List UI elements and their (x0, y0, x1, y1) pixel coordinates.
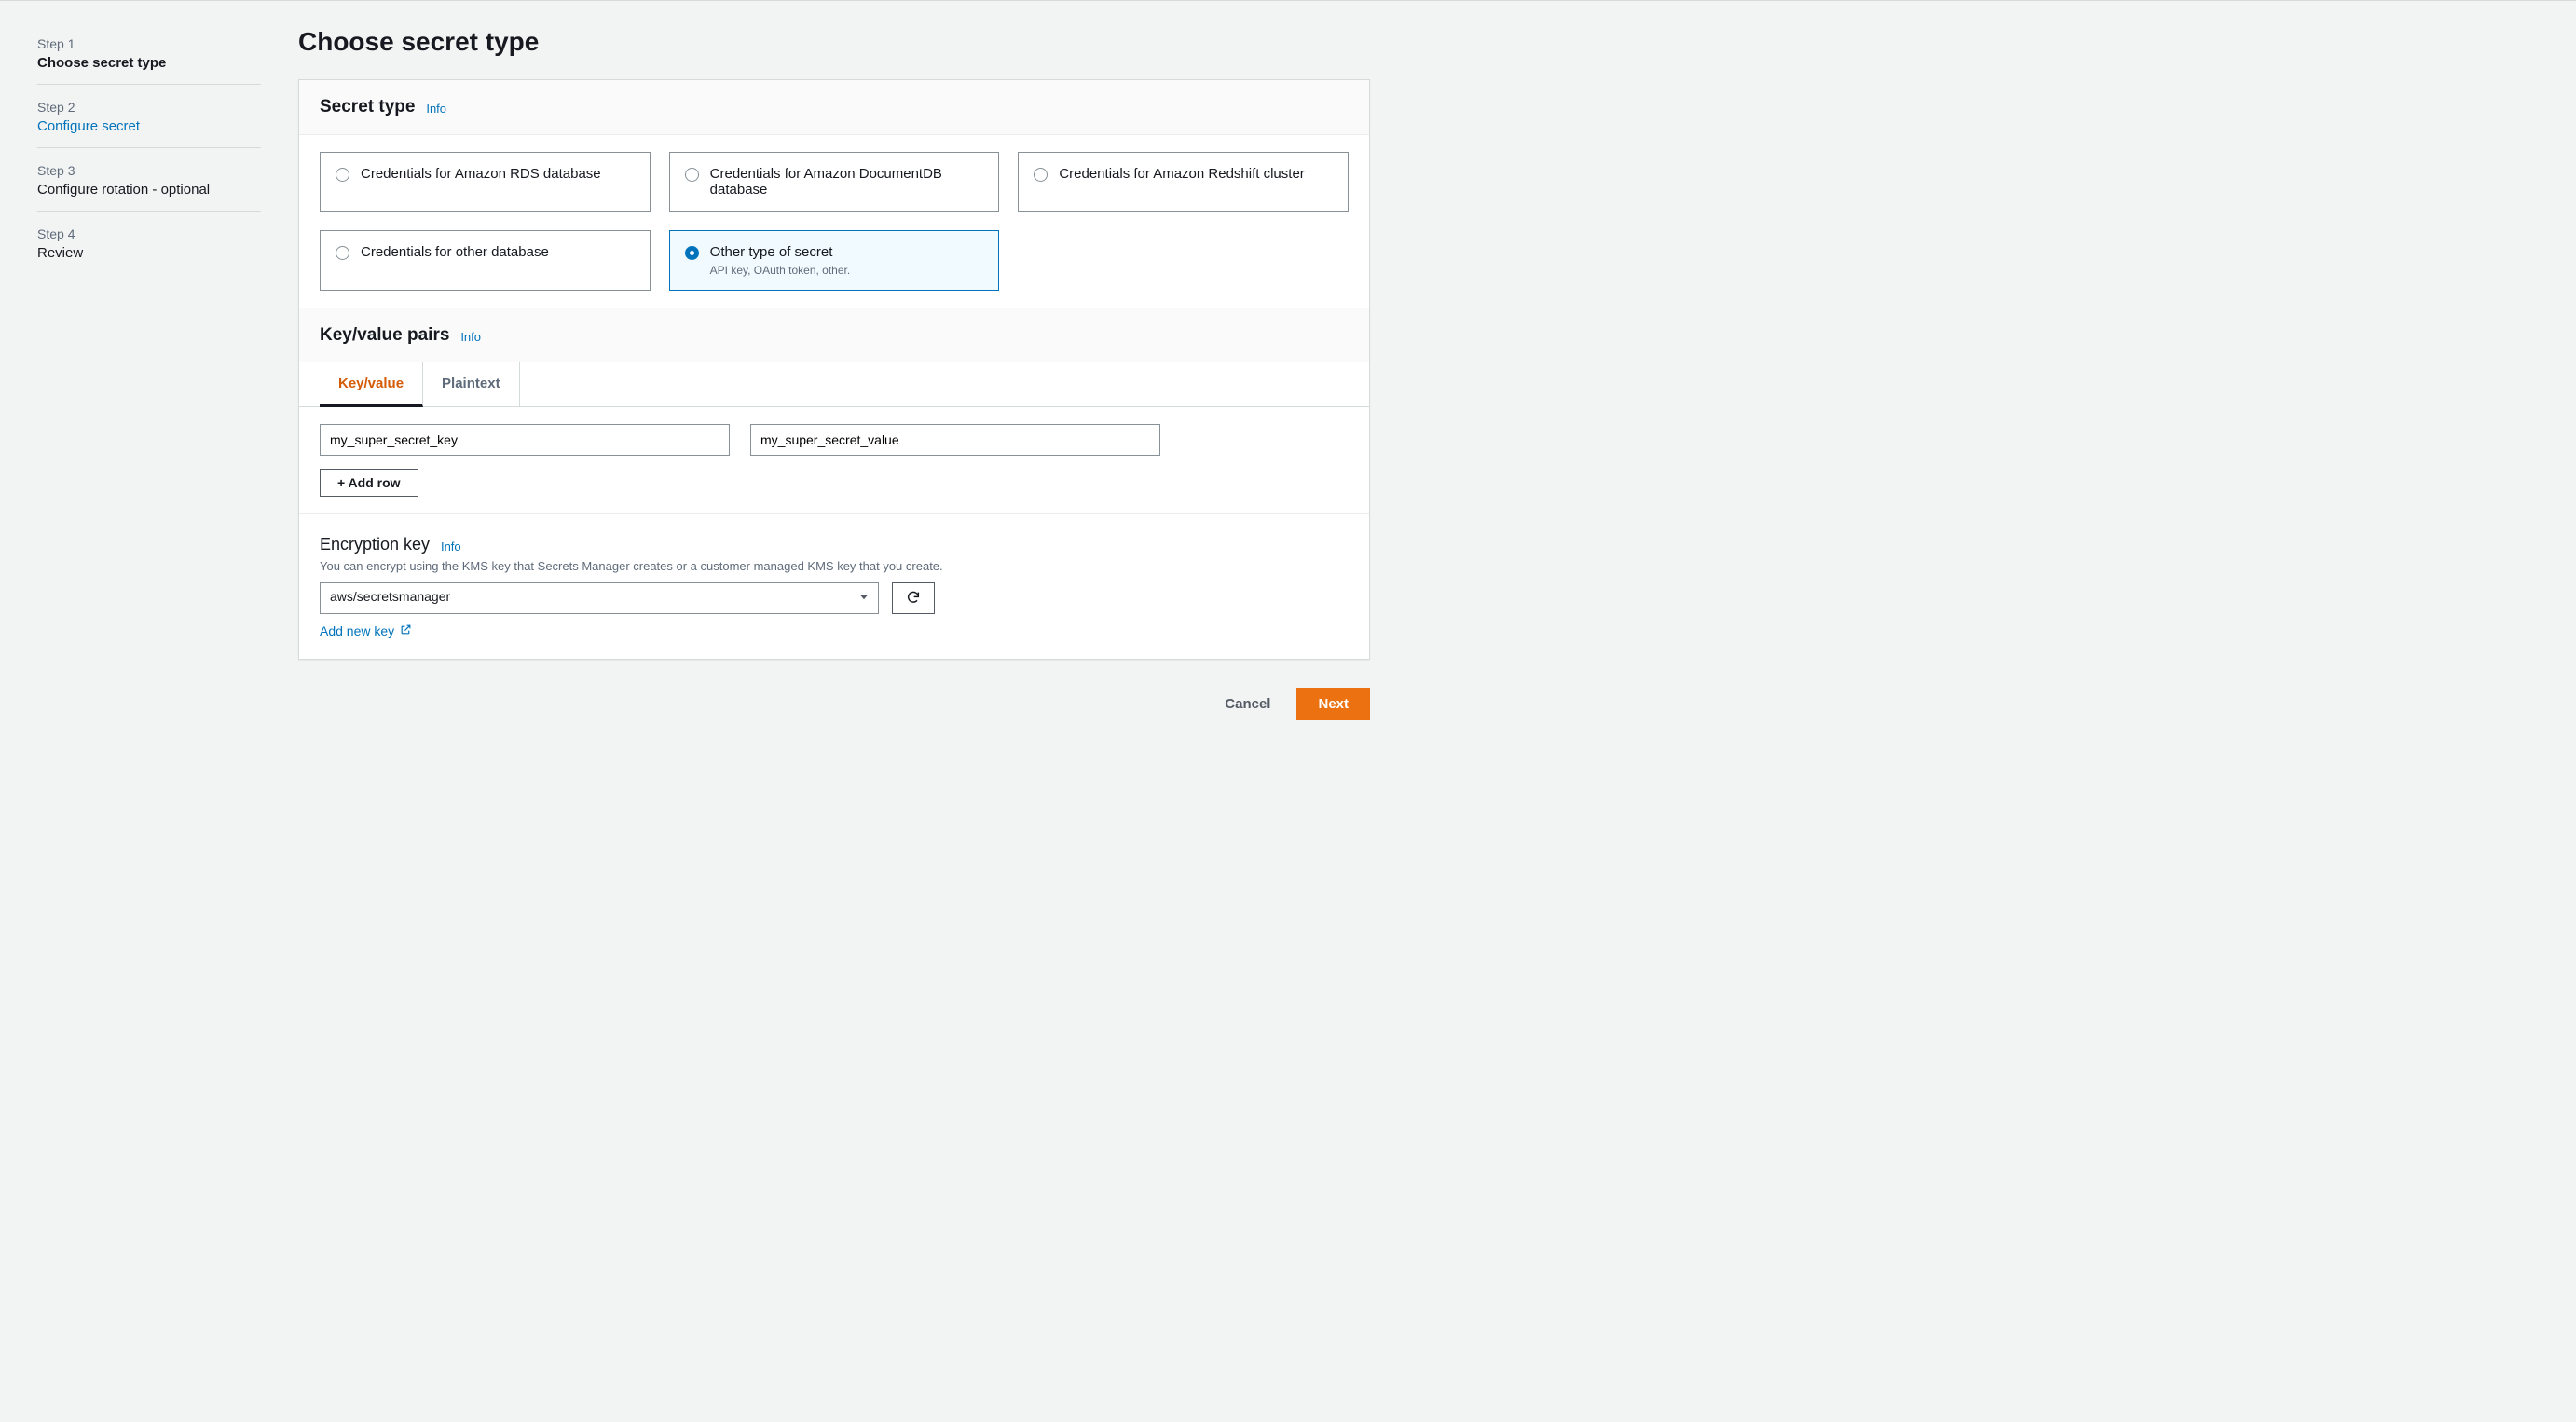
add-new-key-text: Add new key (320, 623, 394, 638)
step-name: Review (37, 245, 261, 261)
radio-input[interactable] (685, 168, 699, 182)
radio-input[interactable] (336, 168, 349, 182)
secret-type-info-link[interactable]: Info (426, 102, 446, 116)
add-row-button[interactable]: + Add row (320, 469, 418, 497)
option-label: Credentials for Amazon Redshift cluster (1059, 166, 1304, 182)
radio-input[interactable] (336, 246, 349, 260)
step-label: Step 2 (37, 100, 261, 115)
encryption-key-value[interactable]: aws/secretsmanager (320, 582, 879, 614)
encryption-select-row: aws/secretsmanager (320, 582, 1349, 614)
option-documentdb[interactable]: Credentials for Amazon DocumentDB databa… (669, 152, 1000, 212)
step-label: Step 4 (37, 226, 261, 241)
secret-panel: Secret type Info Credentials for Amazon … (298, 79, 1370, 660)
radio-input[interactable] (1034, 168, 1048, 182)
step-name[interactable]: Configure secret (37, 118, 261, 134)
step-name: Configure rotation - optional (37, 182, 261, 198)
kv-row (320, 424, 1349, 456)
next-button[interactable]: Next (1296, 688, 1370, 720)
option-label: Other type of secret (710, 244, 851, 260)
step-4[interactable]: Step 4 Review (37, 217, 261, 274)
cancel-button[interactable]: Cancel (1212, 688, 1283, 720)
option-sublabel: API key, OAuth token, other. (710, 264, 851, 277)
encryption-desc: You can encrypt using the KMS key that S… (320, 559, 1349, 573)
kv-key-input[interactable] (320, 424, 730, 456)
kv-info-link[interactable]: Info (460, 330, 481, 344)
secret-type-heading: Secret type (320, 97, 415, 116)
option-label: Credentials for Amazon DocumentDB databa… (710, 166, 984, 198)
option-label: Credentials for Amazon RDS database (361, 166, 601, 182)
encryption-heading: Encryption key (320, 535, 430, 554)
option-other-secret[interactable]: Other type of secret API key, OAuth toke… (669, 230, 1000, 291)
page-title: Choose secret type (298, 27, 1370, 57)
encryption-key-select[interactable]: aws/secretsmanager (320, 582, 879, 614)
option-other-db[interactable]: Credentials for other database (320, 230, 651, 291)
kv-value-input[interactable] (750, 424, 1160, 456)
wizard-sidebar: Step 1 Choose secret type Step 2 Configu… (37, 27, 298, 758)
option-label: Credentials for other database (361, 244, 549, 260)
step-label: Step 1 (37, 36, 261, 51)
kv-body: + Add row (299, 407, 1369, 513)
step-1[interactable]: Step 1 Choose secret type (37, 27, 261, 85)
secret-type-options: Credentials for Amazon RDS database Cred… (320, 152, 1349, 291)
encryption-section: Encryption key Info You can encrypt usin… (299, 513, 1369, 659)
tab-keyvalue[interactable]: Key/value (320, 362, 423, 407)
step-3[interactable]: Step 3 Configure rotation - optional (37, 154, 261, 212)
main-content: Choose secret type Secret type Info Cred… (298, 27, 1370, 758)
encryption-info-link[interactable]: Info (441, 540, 461, 554)
external-link-icon (400, 623, 412, 638)
refresh-icon (906, 593, 921, 608)
add-new-key-link[interactable]: Add new key (320, 623, 412, 638)
secret-type-body: Credentials for Amazon RDS database Cred… (299, 135, 1369, 308)
radio-input[interactable] (685, 246, 699, 260)
step-2[interactable]: Step 2 Configure secret (37, 90, 261, 148)
refresh-button[interactable] (892, 582, 935, 614)
wizard-footer: Cancel Next (298, 682, 1370, 758)
kv-tabs: Key/value Plaintext (299, 362, 1369, 407)
kv-header: Key/value pairs Info (299, 308, 1369, 362)
tab-plaintext[interactable]: Plaintext (423, 362, 520, 406)
step-label: Step 3 (37, 163, 261, 178)
secret-type-header: Secret type Info (299, 80, 1369, 135)
step-name: Choose secret type (37, 55, 261, 71)
option-redshift[interactable]: Credentials for Amazon Redshift cluster (1018, 152, 1349, 212)
kv-heading: Key/value pairs (320, 325, 449, 345)
option-rds[interactable]: Credentials for Amazon RDS database (320, 152, 651, 212)
